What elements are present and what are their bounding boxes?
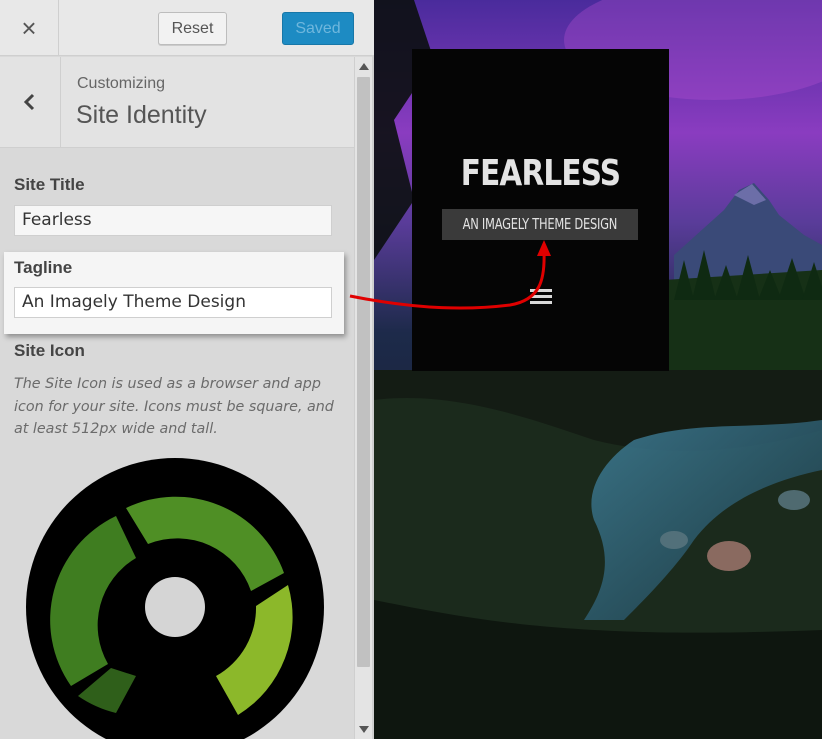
preview-tagline: AN IMAGELY THEME DESIGN bbox=[442, 209, 638, 240]
customizer-panel: × Reset Saved Customizing Site Identity … bbox=[0, 0, 374, 739]
close-icon[interactable]: × bbox=[0, 0, 59, 56]
tagline-label: Tagline bbox=[14, 258, 73, 277]
site-icon-description: The Site Icon is used as a browser and a… bbox=[14, 376, 334, 437]
section-title: Site Identity bbox=[76, 101, 207, 129]
preview-tagline-text: AN IMAGELY THEME DESIGN bbox=[462, 215, 618, 233]
site-icon-label: Site Icon bbox=[14, 341, 85, 360]
breadcrumb: Customizing bbox=[77, 75, 166, 92]
chevron-left-icon bbox=[23, 93, 35, 111]
site-icon-image[interactable] bbox=[26, 458, 324, 739]
back-chevron-icon[interactable] bbox=[0, 57, 61, 148]
tagline-input[interactable]: An Imagely Theme Design bbox=[14, 287, 332, 318]
hamburger-menu-icon[interactable] bbox=[530, 289, 552, 305]
site-title-label: Site Title bbox=[14, 175, 85, 194]
reset-button[interactable]: Reset bbox=[158, 12, 227, 45]
panel-scrollbar[interactable] bbox=[354, 57, 372, 739]
preview-site-title[interactable]: FEARLESS bbox=[435, 153, 646, 194]
site-header-preview: FEARLESS AN IMAGELY THEME DESIGN bbox=[412, 49, 669, 371]
scroll-up-arrow-icon[interactable] bbox=[359, 63, 369, 70]
site-title-input[interactable]: Fearless bbox=[14, 205, 332, 236]
scroll-down-arrow-icon[interactable] bbox=[359, 726, 369, 733]
scroll-thumb[interactable] bbox=[357, 77, 370, 667]
tagline-control: Tagline An Imagely Theme Design bbox=[4, 252, 344, 334]
saved-button[interactable]: Saved bbox=[282, 12, 354, 45]
customizer-topbar: × Reset Saved bbox=[0, 0, 374, 56]
section-header: Customizing Site Identity bbox=[0, 57, 354, 148]
